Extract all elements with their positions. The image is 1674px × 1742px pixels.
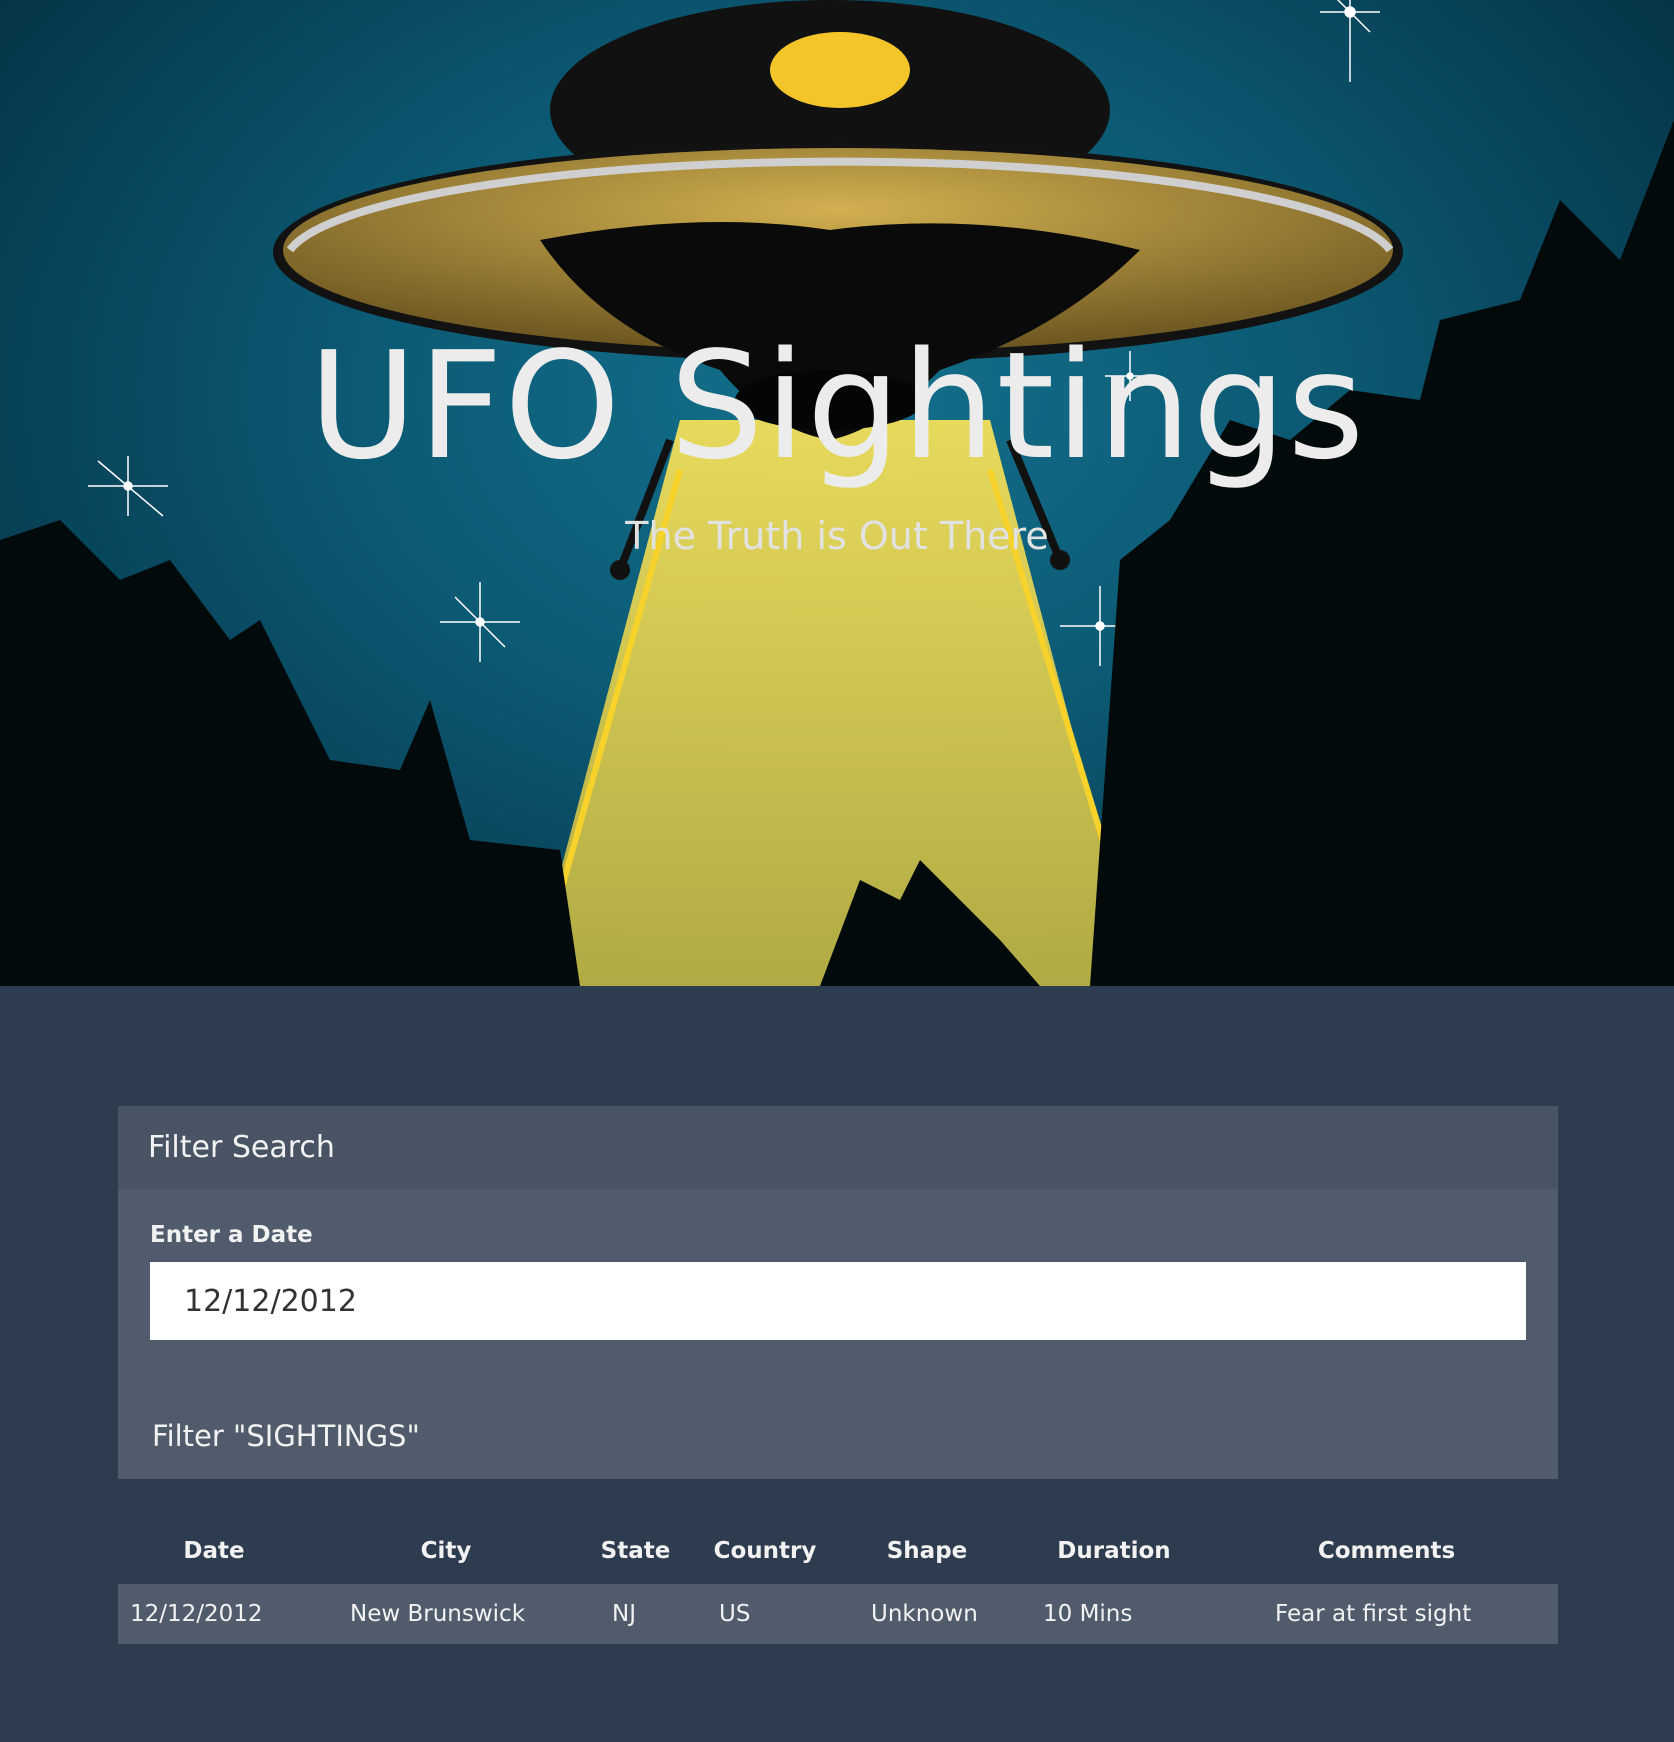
column-header-comments: Comments	[1317, 1538, 1456, 1564]
cell-comments: Fear at first sight	[1215, 1584, 1558, 1644]
table-header-row: Date City State Country Shape Duration C…	[118, 1518, 1558, 1584]
column-header-duration: Duration	[1057, 1538, 1171, 1564]
hero-banner: UFO Sightings The Truth is Out There	[0, 0, 1674, 986]
page-subtitle: The Truth is Out There	[625, 514, 1049, 558]
cell-country: US	[689, 1584, 841, 1644]
cell-date: 12/12/2012	[118, 1584, 310, 1644]
cell-state: NJ	[582, 1584, 689, 1644]
column-header-city: City	[420, 1538, 472, 1564]
filter-sightings-button[interactable]: Filter "SIGHTINGS"	[152, 1419, 420, 1453]
column-header-state: State	[600, 1538, 671, 1564]
column-header-shape: Shape	[886, 1538, 968, 1564]
date-input[interactable]	[150, 1262, 1526, 1340]
filter-panel-header: Filter Search	[118, 1106, 1558, 1189]
table-row: 12/12/2012 New Brunswick NJ US Unknown 1…	[118, 1584, 1558, 1644]
date-label: Enter a Date	[150, 1222, 313, 1248]
cell-shape: Unknown	[841, 1584, 1013, 1644]
column-header-date: Date	[183, 1538, 245, 1564]
page-title: UFO Sightings	[308, 320, 1366, 492]
column-header-country: Country	[713, 1538, 817, 1564]
filter-panel: Filter Search Enter a Date Filter "SIGHT…	[118, 1106, 1558, 1479]
cell-duration: 10 Mins	[1013, 1584, 1215, 1644]
sightings-table: Date City State Country Shape Duration C…	[118, 1518, 1558, 1644]
cell-city: New Brunswick	[310, 1584, 582, 1644]
